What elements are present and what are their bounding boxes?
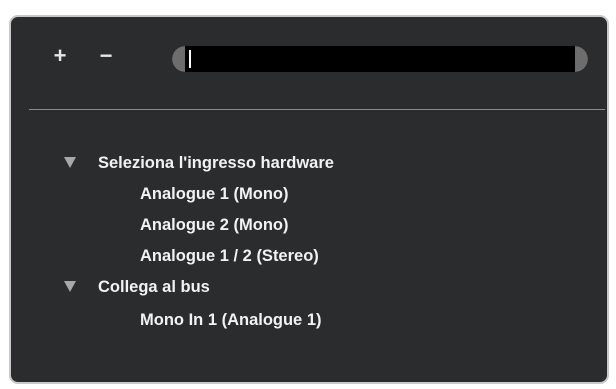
tree-group-connect-to-bus[interactable]: Collega al bus <box>98 276 210 298</box>
text-cursor <box>189 50 191 68</box>
tree-item-analogue-2-mono[interactable]: Analogue 2 (Mono) <box>140 214 288 236</box>
add-button[interactable]: + <box>49 45 71 67</box>
search-field[interactable] <box>172 46 588 72</box>
triangle-down-icon[interactable] <box>64 281 76 292</box>
search-field-right-cap <box>575 46 588 72</box>
remove-button[interactable]: − <box>95 45 117 67</box>
triangle-down-icon[interactable] <box>64 157 76 168</box>
tree-item-analogue-1-2-stereo[interactable]: Analogue 1 / 2 (Stereo) <box>140 245 319 267</box>
screenshot-stage: + − Seleziona l'ingresso hardware Analog… <box>0 0 616 389</box>
popup-toolbar: + − <box>11 17 607 109</box>
search-input[interactable] <box>192 46 572 72</box>
tree-item-analogue-1-mono[interactable]: Analogue 1 (Mono) <box>140 183 288 205</box>
search-field-left-cap <box>172 46 185 72</box>
tree-item-mono-in-1[interactable]: Mono In 1 (Analogue 1) <box>140 309 322 331</box>
routing-popup-panel: + − Seleziona l'ingresso hardware Analog… <box>9 15 609 384</box>
tree-group-hardware-input[interactable]: Seleziona l'ingresso hardware <box>98 152 334 174</box>
toolbar-divider <box>29 109 605 110</box>
